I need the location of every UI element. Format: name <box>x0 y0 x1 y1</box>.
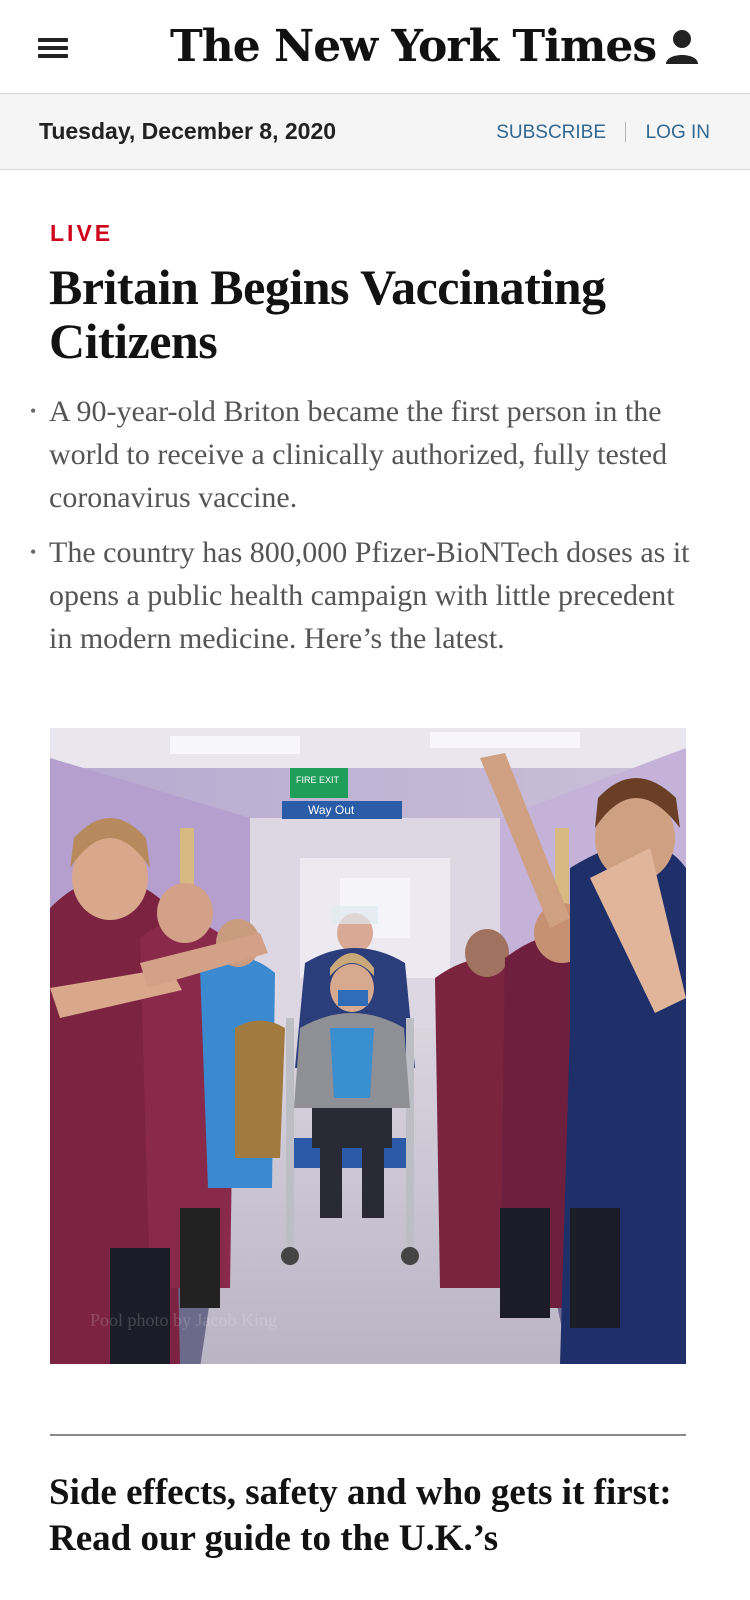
auth-links: SUBSCRIBE LOG IN <box>496 121 710 145</box>
article-headline[interactable]: Britain Begins Vaccinating Citizens <box>49 260 709 368</box>
section-divider <box>50 1434 686 1436</box>
way-out-sign-text: Way Out <box>308 803 355 817</box>
live-label: LIVE <box>50 220 114 246</box>
summary-text: A 90-year-old Briton became the first pe… <box>49 395 668 514</box>
user-account-icon[interactable] <box>664 28 700 68</box>
summary-item: • A 90-year-old Briton became the first … <box>30 390 700 519</box>
bullet-icon: • <box>30 542 37 562</box>
summary-item: • The country has 800,000 Pfizer-BioNTec… <box>30 531 700 660</box>
hamburger-menu-icon[interactable] <box>38 36 70 60</box>
current-date: Tuesday, December 8, 2020 <box>39 118 337 144</box>
subscribe-link[interactable]: SUBSCRIBE <box>496 122 606 143</box>
hospital-photo-illustration: FIRE EXIT Way Out Pool photo by Jacob Ki… <box>50 728 686 1364</box>
fire-exit-sign-text: FIRE EXIT <box>296 775 340 785</box>
bullet-icon: • <box>30 401 37 421</box>
summary-text: The country has 800,000 Pfizer-BioNTech … <box>49 536 690 655</box>
photo-credit-watermark: Pool photo by Jacob King <box>90 1310 277 1330</box>
nyt-logo[interactable]: The New York Times <box>170 16 657 78</box>
date-bar: Tuesday, December 8, 2020 SUBSCRIBE LOG … <box>0 94 750 170</box>
link-divider <box>625 122 627 142</box>
login-link[interactable]: LOG IN <box>646 122 710 143</box>
article-summary-list: • A 90-year-old Briton became the first … <box>30 390 700 672</box>
next-story-headline[interactable]: Side effects, safety and who gets it fir… <box>49 1470 709 1562</box>
masthead: The New York Times <box>0 0 750 94</box>
hero-photo[interactable]: FIRE EXIT Way Out Pool photo by Jacob Ki… <box>50 728 686 1364</box>
article-page: The New York Times Tuesday, December 8, … <box>0 0 750 1600</box>
